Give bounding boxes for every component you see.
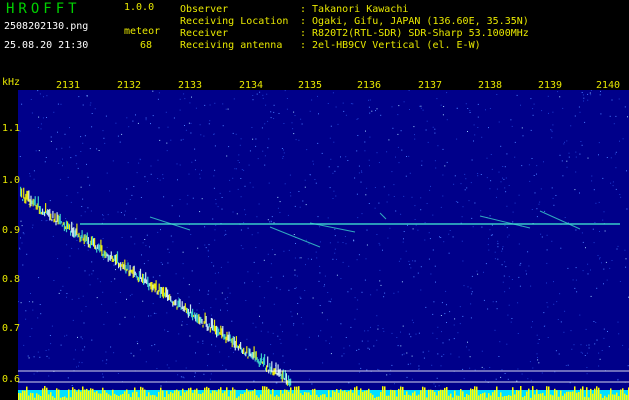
observer-key: Observer (180, 4, 229, 15)
meteor-count: 68 (140, 40, 153, 51)
capture-datetime: 25.08.20 21:30 (4, 40, 89, 51)
spectrogram-svg: kHz 1.1 1.0 0.9 0.8 0.7 0.6 2131 2132 21… (0, 76, 629, 400)
file-name: 2508202130.png (4, 21, 89, 32)
x-tick-label: 2138 (478, 80, 502, 91)
x-tick-label: 2132 (117, 80, 141, 91)
observer-value: : Takanori Kawachi (300, 4, 409, 15)
antenna-key: Receiving antenna (180, 40, 283, 51)
y-tick-label: 0.6 (2, 374, 20, 385)
meteor-label: meteor (124, 26, 161, 37)
x-tick-label: 2137 (418, 80, 442, 91)
y-tick-label: 1.0 (2, 175, 20, 186)
axis-unit-label: kHz (2, 77, 20, 88)
y-tick-label: 0.8 (2, 274, 20, 285)
antenna-value: : 2el-HB9CV Vertical (el. E-W) (300, 40, 481, 51)
y-tick-label: 0.7 (2, 323, 20, 334)
receiver-value: : R820T2(RTL-SDR) SDR-Sharp 53.1000MHz (300, 28, 529, 39)
y-tick-label: 0.9 (2, 225, 20, 236)
spectrogram-panel: kHz 1.1 1.0 0.9 0.8 0.7 0.6 2131 2132 21… (0, 76, 629, 400)
x-tick-label: 2131 (56, 80, 80, 91)
y-tick-label: 1.1 (2, 123, 20, 134)
location-value: : Ogaki, Gifu, JAPAN (136.60E, 35.35N) (300, 16, 529, 27)
header-panel: HROFFT 1.0.0 2508202130.png 25.08.20 21:… (0, 0, 629, 76)
location-key: Receiving Location (180, 16, 289, 27)
x-tick-label: 2140 (596, 80, 620, 91)
x-tick-label: 2133 (178, 80, 202, 91)
receiver-key: Receiver (180, 28, 229, 39)
app-title: HROFFT (6, 1, 81, 17)
x-tick-label: 2134 (239, 80, 263, 91)
x-tick-label: 2136 (357, 80, 381, 91)
app-version: 1.0.0 (124, 2, 155, 13)
x-tick-label: 2139 (538, 80, 562, 91)
x-tick-label: 2135 (298, 80, 322, 91)
